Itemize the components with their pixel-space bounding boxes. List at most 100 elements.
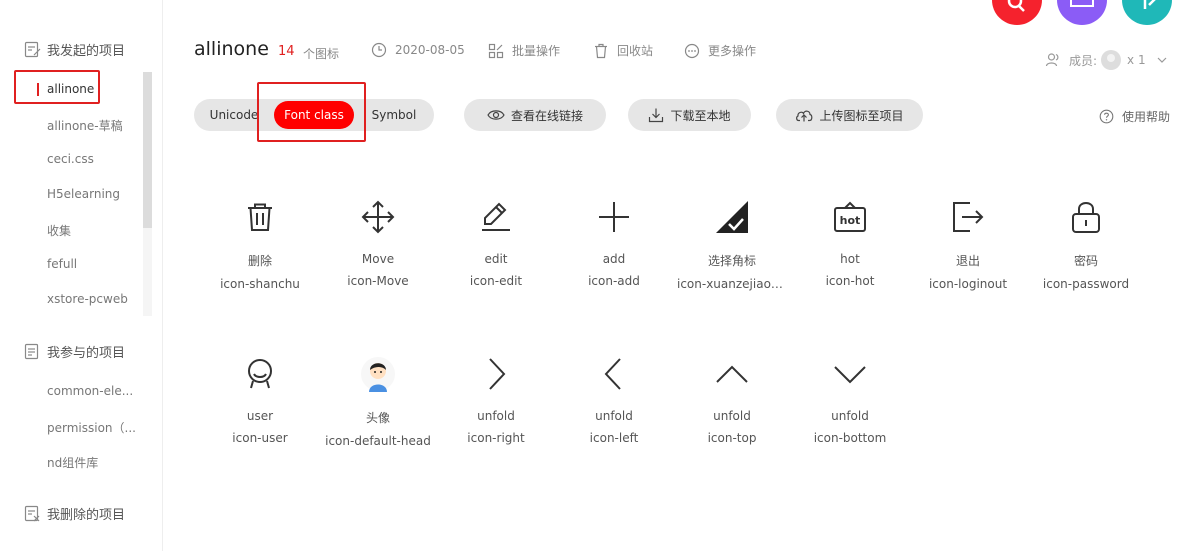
date-text: 2020-08-05: [395, 43, 465, 57]
batch-operation-button[interactable]: 批量操作: [488, 42, 560, 59]
icon-name: 选择角标: [707, 254, 756, 268]
chevron-right-icon: [489, 358, 506, 390]
upload-fab-button[interactable]: [1122, 0, 1172, 25]
deleted-projects-label: 我删除的项目: [47, 508, 126, 523]
icon-card-top[interactable]: unfold icon-top: [673, 349, 791, 445]
my-projects-section-title[interactable]: 我发起的项目: [24, 40, 125, 59]
icon-card-edit[interactable]: edit icon-edit: [437, 192, 555, 288]
members-dropdown[interactable]: 成员: x 1: [1045, 50, 1168, 70]
upload-arrow-icon: [1143, 0, 1156, 9]
icon-name: 密码: [1073, 254, 1098, 268]
icon-card-move[interactable]: Move icon-Move: [319, 192, 437, 288]
download-icon: [649, 108, 664, 123]
upload-icons-button[interactable]: 上传图标至项目: [776, 99, 923, 131]
chevron-left-icon: [604, 358, 621, 390]
members-icon: [1045, 53, 1059, 67]
icon-name: add: [602, 252, 626, 266]
active-indicator: [37, 83, 39, 96]
hot-icon: hot: [834, 201, 866, 232]
edit-icon: [482, 202, 510, 231]
new-project-fab-button[interactable]: [1057, 0, 1107, 25]
icon-name: unfold: [831, 409, 869, 423]
view-online-link-button[interactable]: 查看在线链接: [464, 99, 606, 131]
icon-card-user[interactable]: user icon-user: [201, 349, 319, 445]
icon-card-default-head[interactable]: 头像 icon-default-head: [319, 349, 437, 448]
sidebar-scrollbar[interactable]: [143, 72, 152, 316]
icon-card-add[interactable]: add icon-add: [555, 192, 673, 288]
sidebar-item-fefull[interactable]: fefull: [47, 257, 142, 271]
icon-class: icon-right: [467, 431, 525, 445]
scrollbar-thumb[interactable]: [143, 72, 152, 228]
icon-class: icon-xuanzejiaob...: [677, 277, 790, 291]
search-fab-button[interactable]: [992, 0, 1042, 25]
icon-count: 14: [278, 44, 295, 59]
icon-class: icon-shanchu: [220, 277, 300, 291]
doc-list-icon: [24, 343, 39, 360]
user-icon: [248, 359, 272, 389]
sidebar-item-ceci-css[interactable]: ceci.css: [47, 152, 142, 166]
icon-name: Move: [361, 252, 395, 266]
members-label: 成员:: [1069, 53, 1098, 68]
recycle-bin-button[interactable]: 回收站: [593, 42, 653, 59]
more-dots-icon: [684, 43, 700, 58]
chevron-up-icon: [716, 365, 748, 383]
project-sidebar: 我发起的项目 allinone allinone-草稿 ceci.css H5e…: [0, 0, 163, 551]
icon-card-hot[interactable]: hot hot icon-hot: [791, 192, 909, 288]
chevron-down-icon: [1157, 57, 1167, 63]
sidebar-item-nd-components[interactable]: nd组件库: [47, 454, 142, 471]
icon-name: unfold: [477, 409, 515, 423]
more-operations-label: 更多操作: [708, 44, 757, 58]
view-online-link-label: 查看在线链接: [510, 108, 583, 123]
help-link[interactable]: 使用帮助: [1099, 108, 1170, 125]
deleted-projects-section-title[interactable]: 我删除的项目: [24, 504, 125, 523]
plus-icon: [599, 202, 629, 232]
download-local-label: 下载至本地: [670, 108, 731, 123]
project-title: allinone: [194, 38, 269, 60]
default-avatar-icon: [361, 357, 395, 392]
icon-name: 删除: [247, 254, 272, 268]
cloud-upload-icon: [796, 110, 813, 122]
icon-class: icon-top: [707, 431, 757, 445]
icon-name: user: [246, 409, 274, 423]
batch-operation-label: 批量操作: [512, 44, 561, 58]
sidebar-item-xstore-pcweb[interactable]: xstore-pcweb: [47, 292, 142, 306]
font-class-highlight: [257, 82, 366, 142]
icon-class: icon-default-head: [325, 434, 431, 448]
download-local-button[interactable]: 下载至本地: [628, 99, 751, 131]
icon-name: 头像: [365, 411, 390, 425]
sidebar-item-h5elearning[interactable]: H5elearning: [47, 187, 142, 201]
grid-edit-icon: [488, 43, 504, 58]
upload-icons-label: 上传图标至项目: [819, 108, 904, 123]
icon-name: unfold: [595, 409, 633, 423]
icon-card-xuanzejiaobiao[interactable]: 选择角标 icon-xuanzejiaob...: [673, 192, 791, 291]
members-count: x 1: [1127, 53, 1146, 67]
doc-delete-icon: [24, 505, 40, 522]
icon-card-bottom[interactable]: unfold icon-bottom: [791, 349, 909, 445]
trash-icon: [595, 43, 607, 58]
icon-class: icon-left: [589, 431, 639, 445]
sidebar-item-allinone[interactable]: allinone: [47, 82, 142, 96]
icon-name: 退出: [955, 254, 980, 268]
joined-projects-section-title[interactable]: 我参与的项目: [24, 342, 125, 361]
icon-card-right[interactable]: unfold icon-right: [437, 349, 555, 445]
icon-class: icon-edit: [469, 274, 523, 288]
more-operations-button[interactable]: 更多操作: [684, 42, 756, 59]
icon-card-loginout[interactable]: 退出 icon-loginout: [909, 192, 1027, 291]
trash-icon: [248, 203, 272, 231]
icon-name: unfold: [713, 409, 751, 423]
tab-symbol[interactable]: Symbol: [362, 99, 426, 131]
sidebar-item-collect[interactable]: 收集: [47, 222, 142, 239]
icon-class: icon-loginout: [928, 277, 1008, 291]
doc-edit-icon: [24, 41, 41, 58]
icon-card-password[interactable]: 密码 icon-password: [1027, 192, 1145, 291]
svg-text:hot: hot: [840, 214, 861, 227]
icon-card-left[interactable]: unfold icon-left: [555, 349, 673, 445]
sidebar-item-permission[interactable]: permission（...: [47, 419, 142, 436]
icon-card-shanchu[interactable]: 删除 icon-shanchu: [201, 192, 319, 291]
sidebar-item-allinone-draft[interactable]: allinone-草稿: [47, 117, 142, 134]
search-icon: [1007, 0, 1025, 12]
recycle-bin-label: 回收站: [617, 44, 654, 58]
add-box-icon: [1070, 0, 1094, 7]
sidebar-item-common-ele[interactable]: common-ele...: [47, 384, 142, 398]
icon-name: hot: [840, 252, 860, 266]
